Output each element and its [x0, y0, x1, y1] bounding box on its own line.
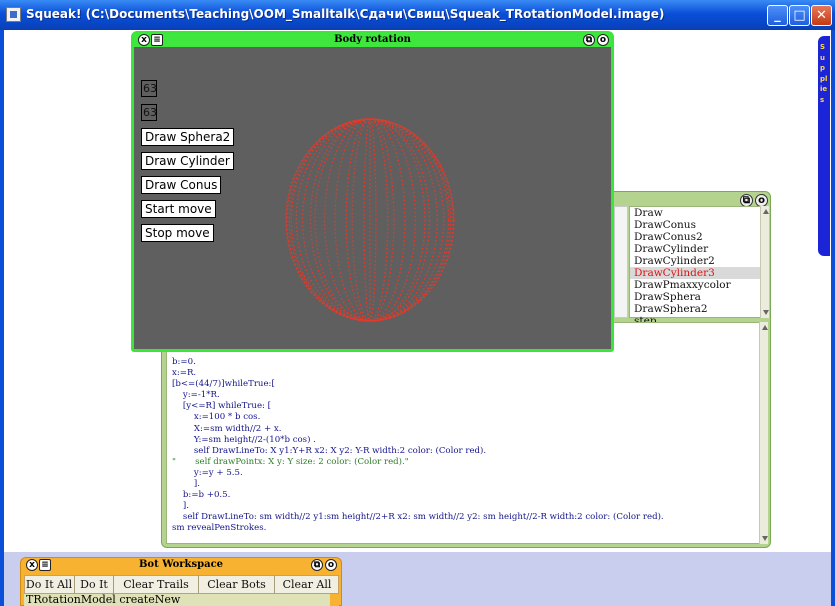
bot-workspace-close-button[interactable]: x [26, 559, 38, 571]
stop-move-button[interactable]: Stop move [141, 224, 214, 242]
window-title: Squeak! (C:\Documents\Teaching\OOM_Small… [26, 7, 665, 21]
code-line: self DrawLineTo: X y1:Y+R x2: X y2: Y-R … [172, 445, 487, 456]
close-button[interactable]: ✕ [811, 5, 832, 26]
code-line: ]. [172, 479, 200, 490]
code-line: Y:=sm height//2-(10*b cos) . [172, 434, 316, 445]
body-rotation-collapse-button[interactable]: ⧉ [583, 34, 595, 46]
method-list-item[interactable]: DrawPmaxxycolor [630, 279, 760, 291]
minimize-button[interactable]: _ [767, 5, 788, 26]
do-it-button[interactable]: Do It [75, 575, 114, 594]
method-list[interactable]: Draw DrawConus DrawConus2 DrawCylinder DrawC… [629, 206, 761, 327]
clear-all-button[interactable]: Clear All [275, 575, 339, 594]
code-line: self DrawLineTo: sm width//2 y1:sm heigh… [172, 512, 664, 523]
code-line: b:=b +0.5. [172, 490, 231, 501]
method-list-item[interactable]: DrawSphera [630, 291, 760, 303]
bot-workspace-collapse-button[interactable]: ⧉ [311, 559, 323, 571]
method-list-scrollbar[interactable] [760, 206, 769, 318]
body-rotation-menu-button[interactable]: ≡ [151, 34, 163, 46]
code-line: y:=-1*R. [172, 390, 220, 401]
supplies-flap-label: Supplies [820, 43, 828, 104]
code-line: " self drawPointx: X y: Y size: 2 color:… [172, 456, 409, 467]
clear-trails-button[interactable]: Clear Trails [114, 575, 199, 594]
code-line: b:=0. [172, 357, 196, 367]
code-line: X:=sm width//2 + x. [172, 423, 282, 434]
bot-workspace-menu-button[interactable]: ≡ [39, 559, 51, 571]
code-line: x:=100 * b cos. [172, 412, 261, 423]
window-frame-right [831, 30, 835, 606]
protocol-list-scrollbar[interactable] [614, 206, 628, 318]
method-list-item[interactable]: DrawConus2 [630, 231, 760, 243]
method-list-item[interactable]: DrawCylinder [630, 243, 760, 255]
sphere-drawing [285, 118, 455, 322]
method-source-code[interactable]: b:=0. x:=R. [b<=(44/7)]whileTrue:[ y:=-1*R… [172, 357, 664, 535]
start-move-button[interactable]: Start move [141, 200, 216, 218]
value-display-1: 63 [141, 80, 157, 97]
method-list-item[interactable]: DrawCylinder3 [630, 267, 760, 279]
body-rotation-title: Body rotation [334, 34, 411, 45]
draw-cylinder-button[interactable]: Draw Cylinder [141, 152, 234, 170]
code-line: [b<=(44/7)]whileTrue:[ [172, 379, 275, 390]
body-rotation-close-button[interactable]: x [138, 34, 150, 46]
do-it-all-button[interactable]: Do It All [24, 575, 75, 594]
method-list-item[interactable]: DrawConus [630, 219, 760, 231]
code-pane-scrollbar[interactable] [759, 322, 768, 544]
draw-sphera2-button[interactable]: Draw Sphera2 [141, 128, 235, 146]
code-line: ]. [172, 501, 190, 512]
value-display-2: 63 [141, 104, 157, 121]
code-line: [y<=R] whileTrue: [ [172, 401, 272, 412]
method-list-item[interactable]: Draw [630, 207, 760, 219]
draw-conus-button[interactable]: Draw Conus [141, 176, 222, 194]
squeak-app-icon [6, 7, 21, 22]
bot-workspace-text-area[interactable]: TRotationModel createNew [24, 594, 330, 606]
bot-workspace-expand-button[interactable]: o [325, 559, 337, 571]
bot-workspace-scrollbar[interactable] [330, 594, 339, 606]
code-line: x:=R. [172, 368, 197, 379]
bot-workspace-title: Bot Workspace [138, 559, 224, 570]
code-line: y:=y + 5.5. [172, 467, 243, 478]
method-list-item[interactable]: DrawSphera2 [630, 303, 760, 315]
code-line: sm revealPenStrokes. [172, 523, 267, 534]
maximize-button[interactable]: □ [789, 5, 810, 26]
body-rotation-expand-button[interactable]: o [597, 34, 609, 46]
clear-bots-button[interactable]: Clear Bots [199, 575, 275, 594]
method-list-item[interactable]: DrawCylinder2 [630, 255, 760, 267]
